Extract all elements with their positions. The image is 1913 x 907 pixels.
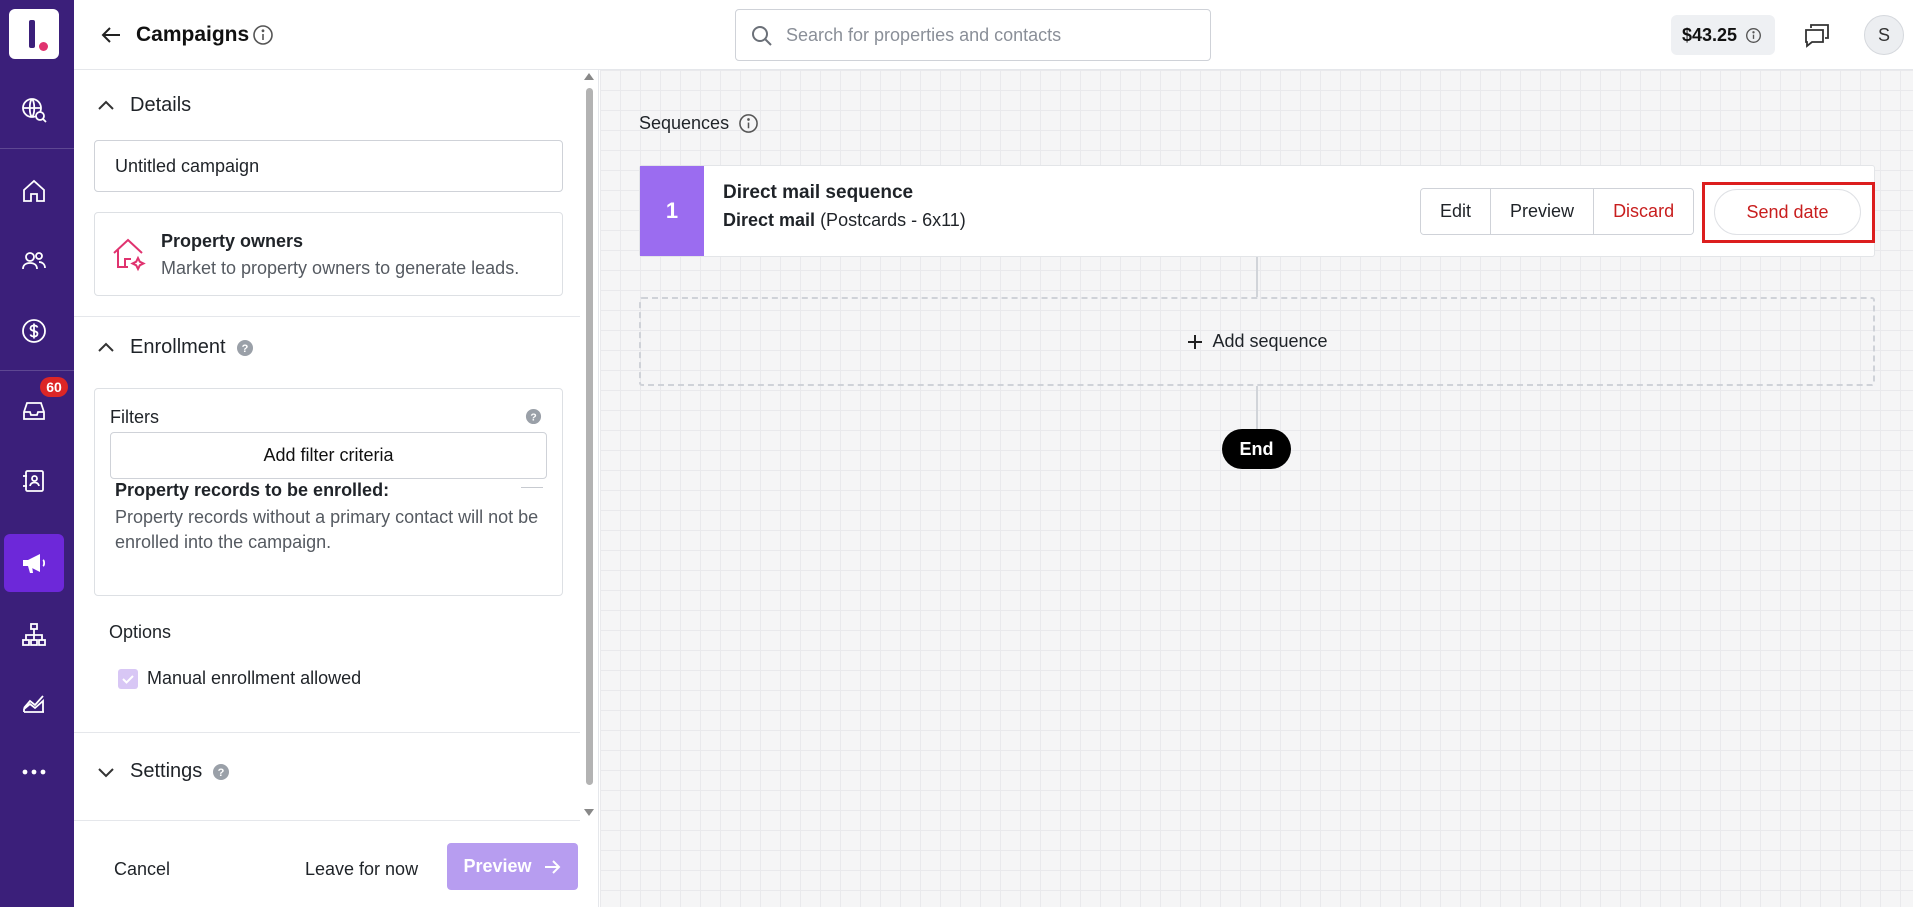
nav-item-contacts[interactable]	[4, 232, 64, 290]
enrolled-count-placeholder	[521, 487, 543, 488]
enrolled-count-label: Property records to be enrolled:	[115, 480, 390, 500]
scroll-thumb[interactable]	[586, 88, 593, 785]
top-bar: Campaigns $43.25 S	[74, 0, 1913, 70]
nav-item-campaigns[interactable]	[4, 534, 64, 592]
enrollment-heading: Enrollment	[130, 336, 226, 358]
settings-section-header[interactable]: Settings ?	[96, 760, 230, 783]
filters-label: Filters	[110, 407, 159, 427]
nav-rail: 60	[0, 0, 74, 907]
sequence-channel: Direct mail	[723, 210, 816, 230]
page-title: Campaigns	[136, 23, 250, 46]
home-icon	[23, 179, 45, 202]
title-info-icon[interactable]	[252, 24, 274, 46]
sequence-preview-button[interactable]: Preview	[1491, 189, 1595, 234]
send-date-button[interactable]: Send date	[1714, 189, 1861, 235]
contact-book-icon	[23, 470, 44, 492]
sequences-heading: Sequences	[639, 113, 730, 133]
enrollment-section-header[interactable]: Enrollment ?	[96, 336, 254, 359]
section-divider	[74, 316, 580, 317]
manual-enrollment-checkbox[interactable]	[118, 668, 138, 689]
dollar-icon	[22, 319, 46, 343]
sequence-title: Direct mail sequence	[723, 182, 914, 203]
svg-text:?: ?	[218, 767, 225, 779]
search-box[interactable]	[735, 9, 1211, 61]
sequence-card: 1 Direct mail sequence Direct mail (Post…	[639, 165, 1875, 257]
filters-card: Filters ? Add filter criteria Property r…	[94, 388, 563, 596]
help-icon[interactable]: ?	[212, 763, 230, 781]
arrow-left-icon	[101, 27, 120, 43]
sequence-actions: Edit Preview Discard	[1420, 188, 1695, 235]
chat-bubbles-icon	[1805, 24, 1829, 48]
nav-item-home[interactable]	[4, 162, 64, 220]
svg-text:?: ?	[530, 412, 536, 423]
add-sequence-button[interactable]: Add sequence	[639, 297, 1875, 386]
enrollment-note: Property records without a primary conta…	[115, 507, 539, 552]
details-section-header[interactable]: Details	[96, 94, 191, 117]
balance-amount: $43.25	[1682, 24, 1738, 45]
chevron-up-icon	[98, 342, 114, 352]
megaphone-icon	[23, 554, 46, 573]
arrow-right-icon	[544, 859, 560, 874]
sequence-format: (Postcards - 6x11)	[820, 210, 966, 230]
add-filter-criteria-button[interactable]: Add filter criteria	[110, 432, 547, 479]
end-node: End	[1222, 429, 1291, 469]
sequence-connector	[1256, 257, 1258, 297]
nav-item-analytics[interactable]	[4, 674, 64, 732]
sequence-connector	[1256, 386, 1258, 430]
preview-button-label: Preview	[463, 856, 532, 876]
audience-title: Property owners	[161, 231, 304, 251]
balance-chip[interactable]: $43.25	[1671, 15, 1775, 55]
back-button[interactable]	[100, 23, 124, 47]
help-icon[interactable]: ?	[525, 408, 542, 425]
help-icon[interactable]: ?	[236, 339, 254, 357]
messages-button[interactable]	[1803, 22, 1831, 48]
audience-description: Market to property owners to generate le…	[161, 258, 520, 278]
footer-divider	[74, 820, 580, 821]
inbox-badge: 60	[40, 377, 68, 397]
user-avatar[interactable]: S	[1864, 15, 1904, 55]
info-icon[interactable]	[738, 113, 759, 134]
discard-button[interactable]: Discard	[1594, 189, 1694, 234]
edit-button[interactable]: Edit	[1421, 189, 1492, 234]
chevron-up-icon	[98, 100, 114, 110]
campaign-name-input[interactable]	[94, 140, 563, 192]
campaign-settings-panel: Details Property owners Market to proper…	[74, 70, 599, 907]
chart-icon	[23, 695, 44, 713]
globe-search-icon	[22, 98, 47, 123]
scroll-down-arrow[interactable]	[584, 809, 594, 816]
svg-text:?: ?	[241, 343, 248, 355]
options-heading: Options	[109, 622, 172, 642]
users-icon	[22, 252, 46, 270]
nav-item-globe-search[interactable]	[4, 81, 64, 139]
chevron-down-icon	[98, 767, 114, 777]
checkmark-icon	[122, 674, 134, 684]
audience-card[interactable]: Property owners Market to property owner…	[94, 212, 563, 296]
leave-for-now-button[interactable]: Leave for now	[305, 859, 418, 880]
settings-heading: Settings	[130, 760, 203, 782]
preview-button[interactable]: Preview	[447, 843, 578, 890]
sequence-number: 1	[640, 166, 704, 256]
inbox-icon	[23, 402, 45, 420]
info-icon	[1746, 27, 1762, 43]
nav-item-deals[interactable]	[4, 302, 64, 360]
nav-item-more[interactable]	[4, 743, 64, 801]
more-dots-icon	[22, 769, 46, 775]
add-sequence-label: Add sequence	[1212, 331, 1328, 351]
manual-enrollment-option[interactable]: Manual enrollment allowed	[118, 668, 361, 689]
nav-item-workflows[interactable]	[4, 606, 64, 664]
section-divider	[74, 732, 580, 733]
sequence-subtitle: Direct mail (Postcards - 6x11)	[723, 210, 966, 231]
search-input[interactable]	[786, 20, 1196, 50]
app-logo[interactable]	[9, 9, 59, 59]
house-sparkle-icon	[113, 238, 146, 272]
scroll-up-arrow[interactable]	[584, 73, 594, 80]
cancel-button[interactable]: Cancel	[114, 859, 170, 880]
nav-item-lists[interactable]	[4, 452, 64, 510]
sequences-label: Sequences	[639, 113, 759, 134]
details-heading: Details	[130, 94, 192, 116]
org-chart-icon	[22, 623, 46, 646]
search-icon	[752, 26, 772, 46]
manual-enrollment-label: Manual enrollment allowed	[147, 668, 362, 688]
plus-icon	[1188, 334, 1203, 349]
